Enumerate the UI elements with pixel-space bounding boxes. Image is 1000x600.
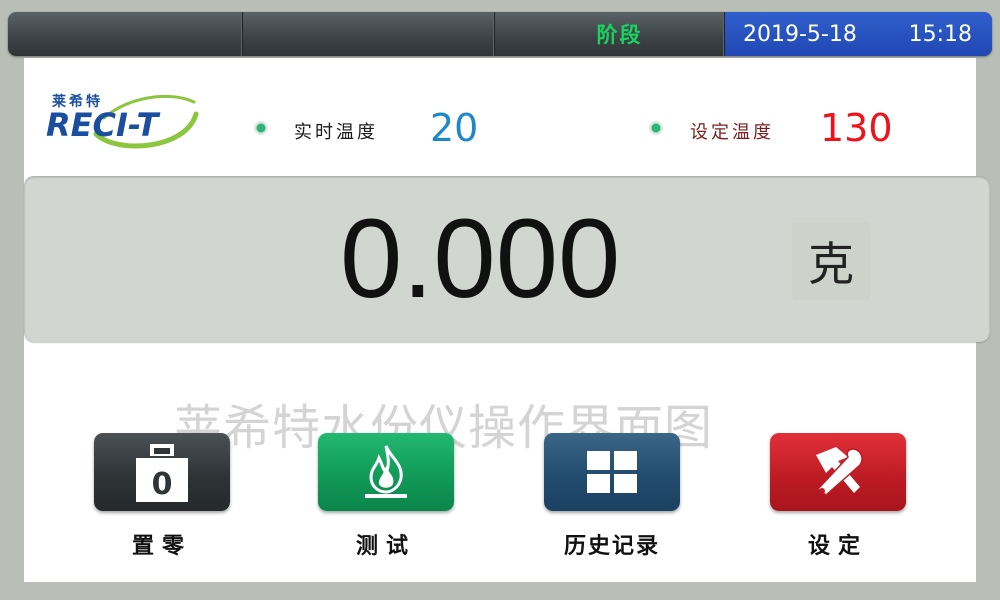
weight-display: 0.000 克 [24, 176, 990, 342]
stage-segment: 阶段 [495, 12, 725, 56]
history-button[interactable] [544, 433, 680, 511]
set-temp-label: 设定温度 [690, 122, 774, 143]
zero-button[interactable]: 0 [94, 433, 230, 511]
set-temp-value: 130 [820, 106, 893, 150]
flame-icon [365, 445, 407, 498]
weight-unit-text: 克 [808, 237, 854, 291]
realtime-temp-value: 20 [430, 106, 479, 150]
status-bar: 阶段 2019-5-18 15:18 [8, 12, 992, 56]
status-segment-1 [8, 12, 243, 56]
test-button-label: 测试 [355, 534, 416, 559]
status-segment-2 [243, 12, 495, 56]
zero-button-label: 置零 [131, 534, 192, 559]
time-text: 15:18 [908, 21, 972, 47]
weight-unit: 克 [792, 222, 870, 300]
test-button[interactable] [318, 433, 454, 511]
logo-en-text: RECI-T [46, 106, 160, 144]
weight-zero-icon-text: 0 [152, 467, 173, 502]
history-button-label: 历史记录 [563, 534, 660, 559]
weight-zero-icon: 0 [136, 444, 188, 502]
grid-icon [587, 451, 637, 493]
settings-button-label: 设定 [807, 534, 868, 559]
realtime-temp-indicator-icon [254, 121, 268, 135]
reci-t-logo: 莱希特 RECI-T [46, 93, 199, 149]
datetime-display: 2019-5-18 15:18 [725, 12, 992, 56]
date-text: 2019-5-18 [743, 21, 857, 47]
stage-label: 阶段 [596, 23, 643, 47]
realtime-temp-label: 实时温度 [294, 122, 378, 143]
tools-icon [816, 447, 863, 496]
set-temp-indicator-icon [649, 121, 663, 135]
weight-value: 0.000 [340, 196, 621, 321]
settings-button[interactable] [770, 433, 906, 511]
